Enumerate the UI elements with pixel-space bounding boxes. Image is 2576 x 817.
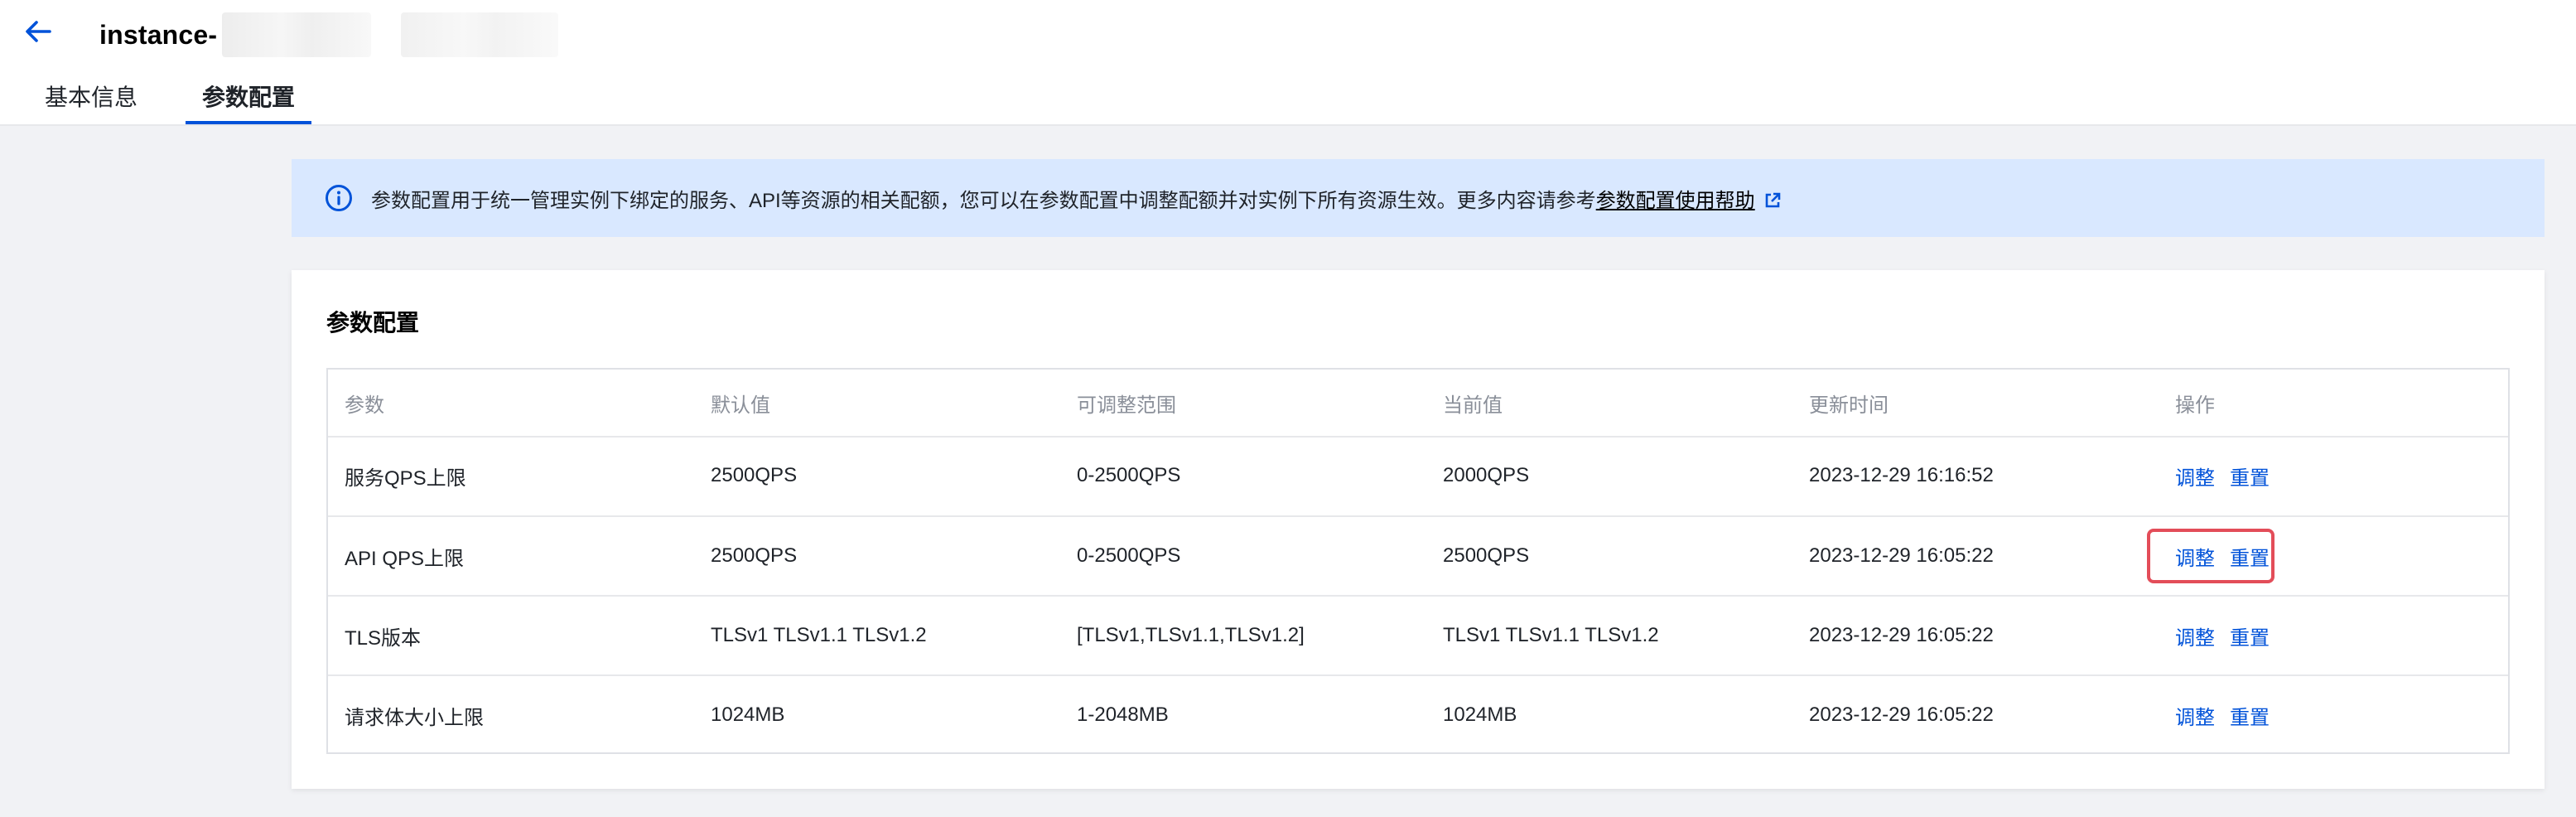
- adjust-link[interactable]: 调整: [2175, 621, 2215, 650]
- table-row: TLS版本 TLSv1 TLSv1.1 TLSv1.2 [TLSv1,TLSv1…: [328, 595, 2508, 674]
- redacted-instance-id: [222, 12, 372, 57]
- reset-link[interactable]: 重置: [2230, 621, 2270, 650]
- arrow-left-icon: [26, 21, 51, 42]
- param-config-card: 参数配置 参数 默认值 可调整范围 当前值 更新时间 操作 服务QPS上限 25…: [292, 270, 2545, 789]
- active-tab-indicator: [186, 121, 311, 124]
- back-button[interactable]: [22, 15, 55, 48]
- tab-label: 参数配置: [201, 85, 295, 110]
- column-header-range: 可调整范围: [1077, 394, 1176, 417]
- cell-default: 1024MB: [711, 703, 785, 726]
- table-header: 参数 默认值 可调整范围 当前值 更新时间 操作: [328, 370, 2508, 438]
- cell-actions: 调整 重置: [2175, 436, 2270, 515]
- tab-basic-info[interactable]: 基本信息: [43, 80, 139, 124]
- reset-link[interactable]: 重置: [2230, 701, 2270, 730]
- cell-param: 服务QPS上限: [345, 467, 466, 490]
- tab-param-config[interactable]: 参数配置: [186, 80, 311, 124]
- cell-param: 请求体大小上限: [345, 706, 484, 729]
- cell-actions: 调整 重置: [2175, 517, 2270, 595]
- cell-current: 2000QPS: [1443, 464, 1530, 486]
- adjust-link[interactable]: 调整: [2175, 701, 2215, 730]
- cell-range: 1-2048MB: [1077, 703, 1169, 726]
- card-title: 参数配置: [326, 310, 420, 336]
- tab-bar: 基本信息 参数配置: [0, 80, 2576, 124]
- tab-label: 基本信息: [44, 85, 137, 110]
- cell-updated: 2023-12-29 16:16:52: [1809, 464, 1994, 486]
- reset-link[interactable]: 重置: [2230, 542, 2270, 571]
- adjust-link[interactable]: 调整: [2175, 462, 2215, 491]
- cell-current: 2500QPS: [1443, 544, 1530, 567]
- cell-default: TLSv1 TLSv1.1 TLSv1.2: [711, 624, 927, 646]
- column-header-current: 当前值: [1443, 394, 1503, 417]
- help-link[interactable]: 参数配置使用帮助: [1596, 190, 1755, 212]
- redacted-instance-name: [401, 12, 559, 57]
- cell-range: 0-2500QPS: [1077, 544, 1181, 567]
- reset-link[interactable]: 重置: [2230, 462, 2270, 491]
- info-banner-text: 参数配置用于统一管理实例下绑定的服务、API等资源的相关配额，您可以在参数配置中…: [371, 184, 1782, 213]
- cell-current: TLSv1 TLSv1.1 TLSv1.2: [1443, 624, 1659, 646]
- cell-default: 2500QPS: [711, 464, 798, 486]
- table-row: 请求体大小上限 1024MB 1-2048MB 1024MB 2023-12-2…: [328, 674, 2508, 754]
- info-banner: 参数配置用于统一管理实例下绑定的服务、API等资源的相关配额，您可以在参数配置中…: [292, 159, 2545, 237]
- title-area: instance-: [99, 12, 559, 58]
- column-header-default: 默认值: [711, 394, 770, 417]
- table-row: API QPS上限 2500QPS 0-2500QPS 2500QPS 2023…: [328, 515, 2508, 595]
- top-bar: instance- 基本信息 参数配置: [0, 0, 2576, 126]
- cell-default: 2500QPS: [711, 544, 798, 567]
- cell-param: API QPS上限: [345, 547, 465, 570]
- table-row: 服务QPS上限 2500QPS 0-2500QPS 2000QPS 2023-1…: [328, 436, 2508, 515]
- column-header-updated: 更新时间: [1809, 394, 1889, 417]
- info-icon: [326, 185, 352, 211]
- cell-actions: 调整 重置: [2175, 676, 2270, 754]
- cell-param: TLS版本: [345, 626, 422, 650]
- cell-current: 1024MB: [1443, 703, 1517, 726]
- cell-range: 0-2500QPS: [1077, 464, 1181, 486]
- page-title: instance-: [99, 19, 218, 50]
- param-table: 参数 默认值 可调整范围 当前值 更新时间 操作 服务QPS上限 2500QPS…: [326, 368, 2510, 754]
- cell-updated: 2023-12-29 16:05:22: [1809, 544, 1994, 567]
- adjust-link[interactable]: 调整: [2175, 542, 2215, 571]
- cell-actions: 调整 重置: [2175, 597, 2270, 674]
- cell-range: [TLSv1,TLSv1.1,TLSv1.2]: [1077, 624, 1305, 646]
- cell-updated: 2023-12-29 16:05:22: [1809, 703, 1994, 726]
- cell-updated: 2023-12-29 16:05:22: [1809, 624, 1994, 646]
- column-header-param: 参数: [345, 394, 384, 417]
- column-header-actions: 操作: [2175, 394, 2215, 417]
- external-link-icon[interactable]: [1763, 191, 1782, 210]
- notice-message: 参数配置用于统一管理实例下绑定的服务、API等资源的相关配额，您可以在参数配置中…: [371, 189, 1596, 212]
